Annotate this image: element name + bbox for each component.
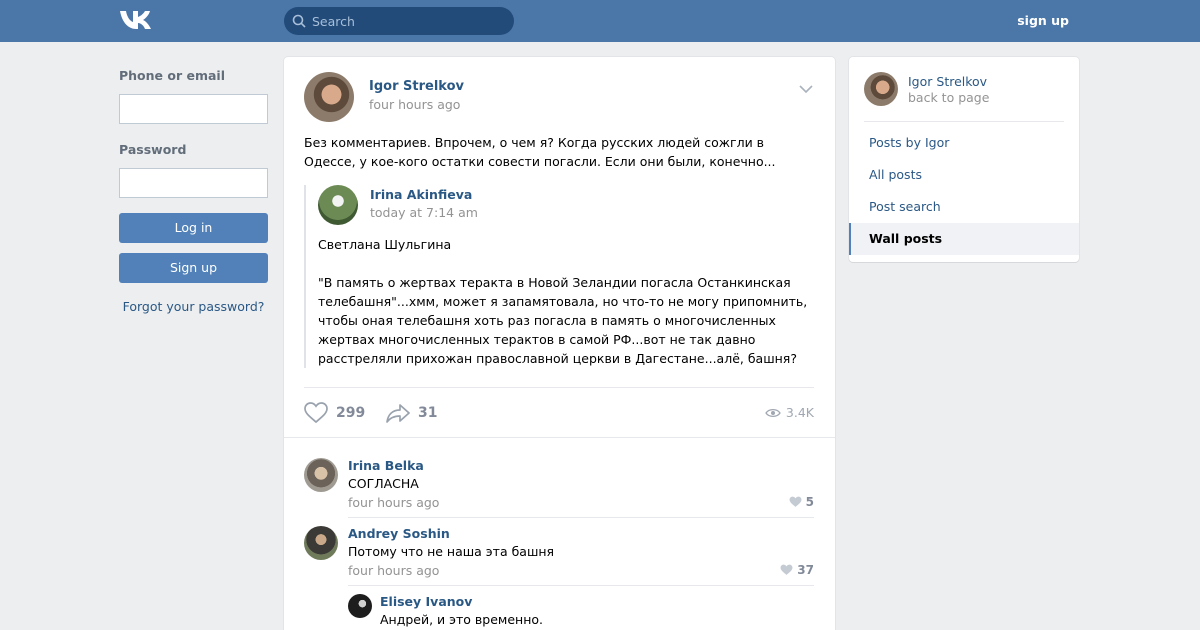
sidebar-item-posts-by-igor[interactable]: Posts by Igor <box>849 127 1079 159</box>
search-icon <box>292 14 306 28</box>
sidebar-item-all-posts[interactable]: All posts <box>849 159 1079 191</box>
comment-avatar[interactable] <box>304 458 338 492</box>
wall-post: Igor Strelkov four hours ago Без коммент… <box>284 57 835 630</box>
comments-divider <box>284 437 835 438</box>
header-signup-link[interactable]: sign up <box>1017 13 1069 28</box>
forgot-password-link[interactable]: Forgot your password? <box>119 299 268 314</box>
search-input[interactable] <box>312 7 508 35</box>
actions-divider <box>304 387 814 388</box>
post-text: Без комментариев. Впрочем, о чем я? Когд… <box>304 135 776 169</box>
login-button[interactable]: Log in <box>119 213 268 243</box>
views-count: 3.4K <box>785 405 814 420</box>
comment-text: Потому что не наша эта башня <box>348 544 555 559</box>
repost-block: Irina Akinfieva today at 7:14 am Светлан… <box>304 185 814 368</box>
comment-divider <box>348 517 814 518</box>
comment-like-button[interactable]: 37 <box>780 563 814 577</box>
signup-button[interactable]: Sign up <box>119 253 268 283</box>
post-author[interactable]: Igor Strelkov <box>369 79 464 94</box>
sidebar-divider <box>864 121 1064 122</box>
repost-date[interactable]: today at 7:14 am <box>370 205 478 220</box>
comment-divider <box>348 585 814 586</box>
comment-date[interactable]: four hours ago <box>348 563 439 578</box>
eye-icon <box>765 408 781 417</box>
sidebar-item-post-search[interactable]: Post search <box>849 191 1079 223</box>
author-avatar[interactable] <box>304 72 354 122</box>
repost-author-avatar[interactable] <box>318 185 358 225</box>
views-counter: 3.4K <box>765 405 814 420</box>
share-icon <box>386 404 410 423</box>
login-panel: Phone or email Password Log in Sign up F… <box>119 60 268 314</box>
phone-email-field[interactable] <box>119 94 268 124</box>
post-date[interactable]: four hours ago <box>369 97 460 112</box>
top-header: sign up <box>0 0 1200 42</box>
repost-text: Светлана Шульгина "В память о жертвах те… <box>318 237 808 366</box>
comment-author[interactable]: Irina Belka <box>348 458 424 473</box>
comment-author[interactable]: Andrey Soshin <box>348 526 450 541</box>
comment-avatar[interactable] <box>348 594 372 618</box>
sidebar-menu: Posts by Igor All posts Post search Wall… <box>849 127 1079 255</box>
post-actions: 299 31 3.4K <box>304 399 814 427</box>
search-box[interactable] <box>284 7 514 35</box>
heart-icon <box>780 564 793 575</box>
heart-icon <box>789 496 802 507</box>
comment-like-count: 37 <box>797 563 814 577</box>
comment-like-count: 5 <box>805 495 814 509</box>
comment-text: СОГЛАСНА <box>348 476 419 491</box>
comment-like-button[interactable]: 5 <box>789 495 814 509</box>
comment-author[interactable]: Elisey Ivanov <box>380 594 472 609</box>
sidebar-owner-name[interactable]: Igor Strelkov <box>908 74 987 89</box>
repost-author[interactable]: Irina Akinfieva <box>370 187 472 202</box>
sidebar-item-wall-posts[interactable]: Wall posts <box>849 223 1079 255</box>
comment-text: Андрей, и это временно. <box>380 612 544 627</box>
like-count: 299 <box>336 405 366 421</box>
heart-icon <box>304 402 328 424</box>
comment-date[interactable]: four hours ago <box>348 495 439 510</box>
back-to-page-link[interactable]: back to page <box>908 90 989 105</box>
comment-avatar[interactable] <box>304 526 338 560</box>
password-label: Password <box>119 142 187 157</box>
right-sidebar: Igor Strelkov back to page Posts by Igor… <box>849 57 1079 262</box>
phone-label: Phone or email <box>119 68 225 83</box>
share-count: 31 <box>418 405 438 421</box>
like-button[interactable]: 299 <box>304 399 365 427</box>
sidebar-avatar[interactable] <box>864 72 898 106</box>
password-field[interactable] <box>119 168 268 198</box>
chevron-down-icon[interactable] <box>799 84 813 94</box>
vk-logo-icon[interactable] <box>119 9 153 31</box>
share-button[interactable]: 31 <box>386 399 437 427</box>
